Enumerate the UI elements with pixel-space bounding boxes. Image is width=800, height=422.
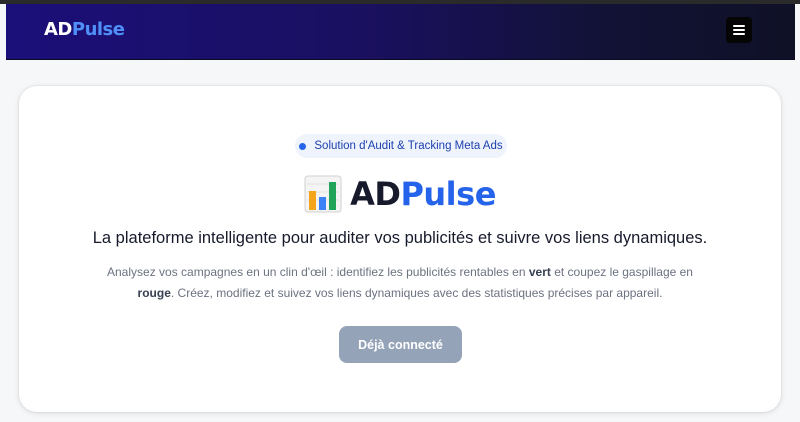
nav-logo-ad: AD — [44, 19, 72, 40]
description: Analysez vos campagnes en un clin d'œil … — [104, 262, 696, 304]
brand-pulse: Pulse — [400, 175, 496, 213]
desc-text-1: Analysez vos campagnes en un clin d'œil … — [107, 265, 529, 279]
already-connected-button[interactable]: Déjà connecté — [339, 326, 462, 363]
desc-text-2: et coupez le gaspillage en — [550, 265, 693, 279]
tagline: La plateforme intelligente pour auditer … — [92, 229, 708, 247]
brand-wordmark: ADPulse — [350, 175, 496, 213]
desc-red-word: rouge — [137, 286, 171, 300]
nav-logo-pulse: Pulse — [71, 19, 125, 40]
hamburger-menu-icon[interactable] — [726, 17, 752, 43]
badge-dot-icon — [299, 142, 307, 150]
navbar: ADPulse — [6, 4, 795, 60]
badge-text: Solution d'Audit & Tracking Meta Ads — [314, 140, 503, 152]
desc-text-3: . Créez, modifiez et suivez vos liens dy… — [170, 286, 663, 300]
nav-logo[interactable]: ADPulse — [44, 19, 125, 40]
bar-chart-icon — [304, 175, 342, 213]
hero-card: Solution d'Audit & Tracking Meta Ads ADP… — [19, 86, 781, 412]
solution-badge: Solution d'Audit & Tracking Meta Ads — [295, 134, 507, 158]
brand-heading: ADPulse — [19, 172, 781, 216]
desc-green-word: vert — [528, 265, 551, 279]
brand-ad: AD — [350, 175, 401, 213]
